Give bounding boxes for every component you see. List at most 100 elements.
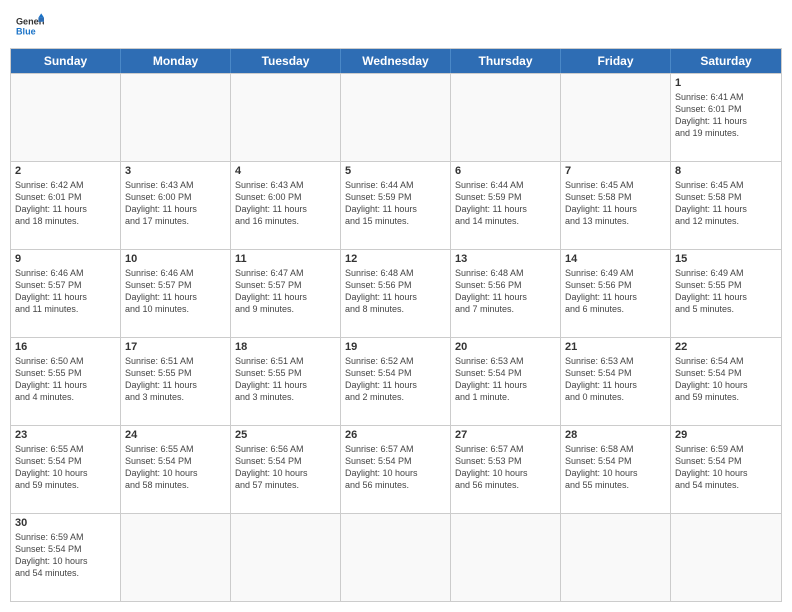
header-cell-tuesday: Tuesday (231, 49, 341, 73)
empty-cell-0-4 (451, 74, 561, 161)
day-number: 17 (125, 341, 226, 353)
day-number: 28 (565, 429, 666, 441)
empty-cell-0-0 (11, 74, 121, 161)
generalblue-logo-icon: General Blue (16, 12, 44, 40)
empty-cell-5-4 (451, 514, 561, 601)
day-info: Sunrise: 6:44 AM Sunset: 5:59 PM Dayligh… (455, 179, 556, 228)
day-number: 19 (345, 341, 446, 353)
day-number: 2 (15, 165, 116, 177)
logo: General Blue (16, 12, 44, 40)
header-cell-monday: Monday (121, 49, 231, 73)
page: General Blue SundayMondayTuesdayWednesda… (0, 0, 792, 612)
day-info: Sunrise: 6:56 AM Sunset: 5:54 PM Dayligh… (235, 443, 336, 492)
day-info: Sunrise: 6:59 AM Sunset: 5:54 PM Dayligh… (15, 531, 116, 580)
day-info: Sunrise: 6:59 AM Sunset: 5:54 PM Dayligh… (675, 443, 777, 492)
day-number: 8 (675, 165, 777, 177)
day-cell-18: 18Sunrise: 6:51 AM Sunset: 5:55 PM Dayli… (231, 338, 341, 425)
empty-cell-5-1 (121, 514, 231, 601)
day-cell-12: 12 Sunrise: 6:48 AM Sunset: 5:56 PM Dayli… (341, 250, 451, 337)
day-info: Sunrise: 6:57 AM Sunset: 5:54 PM Dayligh… (345, 443, 446, 492)
empty-cell-5-6 (671, 514, 781, 601)
day-cell-7: 7Sunrise: 6:45 AM Sunset: 5:58 PM Daylig… (561, 162, 671, 249)
day-number: 4 (235, 165, 336, 177)
day-number: 29 (675, 429, 777, 441)
day-number: 22 (675, 341, 777, 353)
day-info: Sunrise: 6:54 AM Sunset: 5:54 PM Dayligh… (675, 355, 777, 404)
empty-cell-5-2 (231, 514, 341, 601)
day-info: Sunrise: 6:50 AM Sunset: 5:55 PM Dayligh… (15, 355, 116, 404)
day-cell-22: 22 Sunrise: 6:54 AM Sunset: 5:54 PM Dayli… (671, 338, 781, 425)
day-cell-5: 5 Sunrise: 6:44 AM Sunset: 5:59 PM Daylig… (341, 162, 451, 249)
header-cell-wednesday: Wednesday (341, 49, 451, 73)
day-number: 23 (15, 429, 116, 441)
empty-cell-0-1 (121, 74, 231, 161)
day-cell-30: 30 Sunrise: 6:59 AM Sunset: 5:54 PM Dayli… (11, 514, 121, 601)
day-cell-26: 26Sunrise: 6:57 AM Sunset: 5:54 PM Dayli… (341, 426, 451, 513)
day-number: 11 (235, 253, 336, 265)
day-number: 21 (565, 341, 666, 353)
day-number: 18 (235, 341, 336, 353)
calendar-row-0: 1Sunrise: 6:41 AM Sunset: 6:01 PM Daylig… (11, 73, 781, 161)
day-info: Sunrise: 6:53 AM Sunset: 5:54 PM Dayligh… (565, 355, 666, 404)
calendar-row-2: 9 Sunrise: 6:46 AM Sunset: 5:57 PM Daylig… (11, 249, 781, 337)
calendar: SundayMondayTuesdayWednesdayThursdayFrid… (10, 48, 782, 602)
day-number: 9 (15, 253, 116, 265)
day-info: Sunrise: 6:55 AM Sunset: 5:54 PM Dayligh… (125, 443, 226, 492)
day-cell-27: 27 Sunrise: 6:57 AM Sunset: 5:53 PM Dayli… (451, 426, 561, 513)
day-info: Sunrise: 6:57 AM Sunset: 5:53 PM Dayligh… (455, 443, 556, 492)
day-cell-20: 20 Sunrise: 6:53 AM Sunset: 5:54 PM Dayli… (451, 338, 561, 425)
day-number: 25 (235, 429, 336, 441)
day-info: Sunrise: 6:53 AM Sunset: 5:54 PM Dayligh… (455, 355, 556, 404)
day-cell-23: 23Sunrise: 6:55 AM Sunset: 5:54 PM Dayli… (11, 426, 121, 513)
day-info: Sunrise: 6:46 AM Sunset: 5:57 PM Dayligh… (125, 267, 226, 316)
day-cell-1: 1Sunrise: 6:41 AM Sunset: 6:01 PM Daylig… (671, 74, 781, 161)
day-cell-9: 9 Sunrise: 6:46 AM Sunset: 5:57 PM Daylig… (11, 250, 121, 337)
empty-cell-0-5 (561, 74, 671, 161)
day-cell-2: 2 Sunrise: 6:42 AM Sunset: 6:01 PM Daylig… (11, 162, 121, 249)
day-cell-3: 3Sunrise: 6:43 AM Sunset: 6:00 PM Daylig… (121, 162, 231, 249)
day-info: Sunrise: 6:58 AM Sunset: 5:54 PM Dayligh… (565, 443, 666, 492)
day-number: 20 (455, 341, 556, 353)
calendar-body: 1Sunrise: 6:41 AM Sunset: 6:01 PM Daylig… (11, 73, 781, 601)
day-number: 14 (565, 253, 666, 265)
day-info: Sunrise: 6:44 AM Sunset: 5:59 PM Dayligh… (345, 179, 446, 228)
day-info: Sunrise: 6:45 AM Sunset: 5:58 PM Dayligh… (675, 179, 777, 228)
day-number: 30 (15, 517, 116, 529)
calendar-header: SundayMondayTuesdayWednesdayThursdayFrid… (11, 49, 781, 73)
day-cell-11: 11Sunrise: 6:47 AM Sunset: 5:57 PM Dayli… (231, 250, 341, 337)
empty-cell-5-3 (341, 514, 451, 601)
day-number: 13 (455, 253, 556, 265)
day-info: Sunrise: 6:48 AM Sunset: 5:56 PM Dayligh… (345, 267, 446, 316)
day-cell-24: 24 Sunrise: 6:55 AM Sunset: 5:54 PM Dayli… (121, 426, 231, 513)
day-info: Sunrise: 6:46 AM Sunset: 5:57 PM Dayligh… (15, 267, 116, 316)
day-cell-25: 25 Sunrise: 6:56 AM Sunset: 5:54 PM Dayli… (231, 426, 341, 513)
day-info: Sunrise: 6:49 AM Sunset: 5:56 PM Dayligh… (565, 267, 666, 316)
day-info: Sunrise: 6:48 AM Sunset: 5:56 PM Dayligh… (455, 267, 556, 316)
calendar-row-5: 30 Sunrise: 6:59 AM Sunset: 5:54 PM Dayli… (11, 513, 781, 601)
day-info: Sunrise: 6:51 AM Sunset: 5:55 PM Dayligh… (125, 355, 226, 404)
header-cell-friday: Friday (561, 49, 671, 73)
header-cell-thursday: Thursday (451, 49, 561, 73)
day-cell-6: 6Sunrise: 6:44 AM Sunset: 5:59 PM Daylig… (451, 162, 561, 249)
day-info: Sunrise: 6:42 AM Sunset: 6:01 PM Dayligh… (15, 179, 116, 228)
day-number: 16 (15, 341, 116, 353)
calendar-row-1: 2 Sunrise: 6:42 AM Sunset: 6:01 PM Daylig… (11, 161, 781, 249)
day-number: 24 (125, 429, 226, 441)
empty-cell-0-2 (231, 74, 341, 161)
header-cell-saturday: Saturday (671, 49, 781, 73)
svg-text:Blue: Blue (16, 26, 36, 36)
day-number: 27 (455, 429, 556, 441)
day-info: Sunrise: 6:43 AM Sunset: 6:00 PM Dayligh… (235, 179, 336, 228)
empty-cell-5-5 (561, 514, 671, 601)
day-cell-8: 8 Sunrise: 6:45 AM Sunset: 5:58 PM Daylig… (671, 162, 781, 249)
day-info: Sunrise: 6:43 AM Sunset: 6:00 PM Dayligh… (125, 179, 226, 228)
header-cell-sunday: Sunday (11, 49, 121, 73)
day-cell-15: 15Sunrise: 6:49 AM Sunset: 5:55 PM Dayli… (671, 250, 781, 337)
day-cell-10: 10 Sunrise: 6:46 AM Sunset: 5:57 PM Dayli… (121, 250, 231, 337)
calendar-row-3: 16 Sunrise: 6:50 AM Sunset: 5:55 PM Dayli… (11, 337, 781, 425)
empty-cell-0-3 (341, 74, 451, 161)
day-number: 5 (345, 165, 446, 177)
day-number: 10 (125, 253, 226, 265)
day-cell-19: 19Sunrise: 6:52 AM Sunset: 5:54 PM Dayli… (341, 338, 451, 425)
day-number: 12 (345, 253, 446, 265)
